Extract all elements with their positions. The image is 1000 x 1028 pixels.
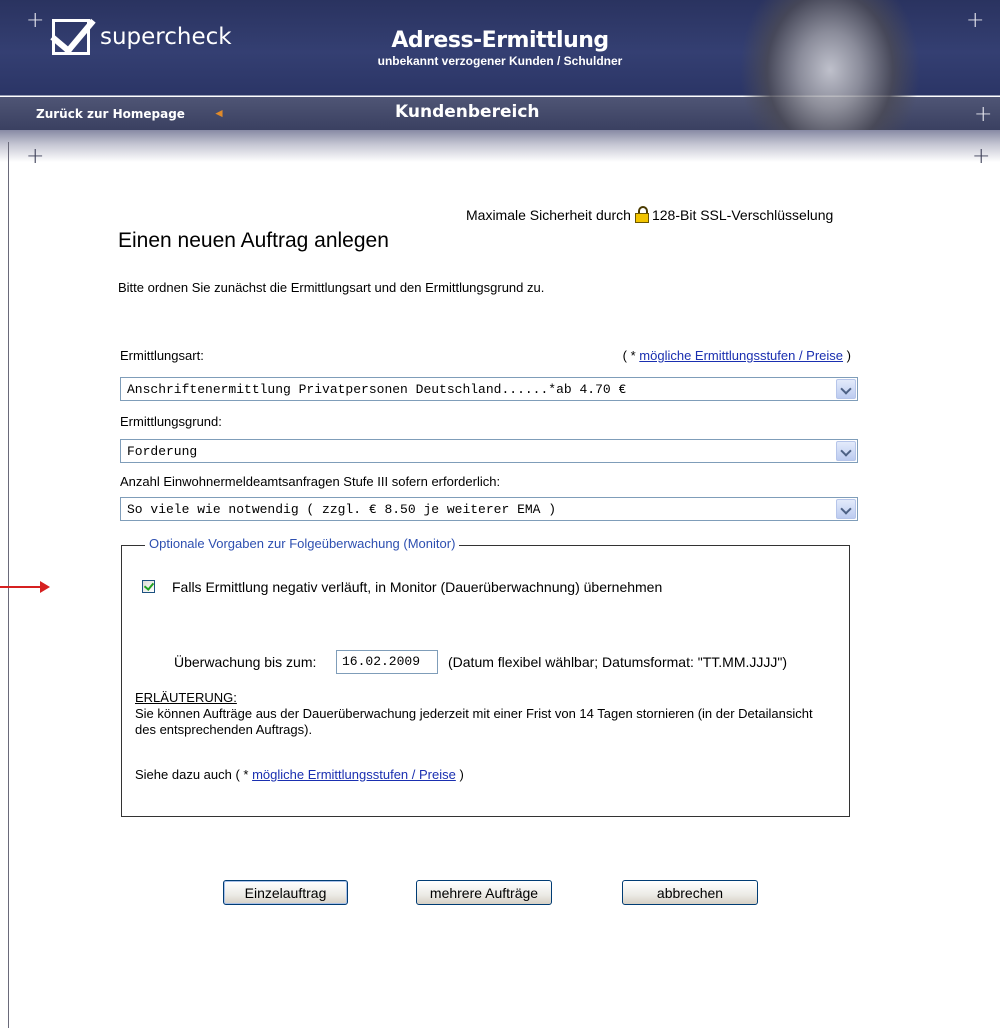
plus-icon: + xyxy=(26,8,45,33)
logo-text: supercheck xyxy=(100,24,232,50)
ssl-suffix: 128-Bit SSL-Verschlüsselung xyxy=(651,206,834,223)
header-subtitle: unbekannt verzogener Kunden / Schuldner xyxy=(377,54,623,68)
chevron-down-icon[interactable] xyxy=(836,441,856,461)
see-also-prefix: Siehe dazu auch ( * xyxy=(135,767,253,782)
header-portrait-image xyxy=(660,0,980,130)
arrow-right-icon xyxy=(40,581,50,593)
chevron-down-icon[interactable] xyxy=(836,499,856,519)
monitor-date-label: Überwachung bis zum: xyxy=(174,654,317,670)
pointer-arrow-line xyxy=(0,586,40,588)
section-title: Kundenbereich xyxy=(395,102,540,122)
ermittlungsgrund-value: Forderung xyxy=(127,444,198,459)
ema-select[interactable]: So viele wie notwendig ( zzgl. € 8.50 je… xyxy=(120,497,858,521)
monitor-date-input[interactable]: 16.02.2009 xyxy=(336,650,438,674)
plus-icon: + xyxy=(26,144,45,169)
header-fade xyxy=(0,130,1000,162)
price-link-prefix: ( * xyxy=(622,348,640,363)
see-also: Siehe dazu auch ( * mögliche Ermittlungs… xyxy=(135,767,464,782)
plus-icon: + xyxy=(966,8,985,33)
cancel-button[interactable]: abbrechen xyxy=(622,880,758,905)
ssl-prefix: Maximale Sicherheit durch xyxy=(466,206,631,223)
header-title-block: Adress-Ermittlung unbekannt verzogener K… xyxy=(330,28,670,68)
multiple-orders-button[interactable]: mehrere Aufträge xyxy=(416,880,552,905)
plus-icon: + xyxy=(972,144,991,169)
see-also-suffix: ) xyxy=(455,767,464,782)
price-link[interactable]: mögliche Ermittlungsstufen / Preise xyxy=(639,348,843,363)
ermittlungsart-select[interactable]: Anschriftenermittlung Privatpersonen Deu… xyxy=(120,377,858,401)
ermittlungsart-value: Anschriftenermittlung Privatpersonen Deu… xyxy=(127,382,627,397)
monitor-date-hint: (Datum flexibel wählbar; Datumsformat: "… xyxy=(448,654,788,670)
explanation-heading: ERLÄUTERUNG: xyxy=(135,690,237,705)
monitor-checkbox-label[interactable]: Falls Ermittlung negativ verläuft, in Mo… xyxy=(172,579,662,595)
ermittlungsgrund-select[interactable]: Forderung xyxy=(120,439,858,463)
monitor-checkbox[interactable] xyxy=(142,580,155,593)
ermittlungsart-label: Ermittlungsart: xyxy=(120,348,204,363)
checkmark-logo-icon xyxy=(50,7,96,55)
ssl-notice: Maximale Sicherheit durch 128-Bit SSL-Ve… xyxy=(466,206,833,223)
ermittlungsgrund-label: Ermittlungsgrund: xyxy=(120,414,222,429)
monitor-legend: Optionale Vorgaben zur Folgeüberwachung … xyxy=(145,536,460,551)
single-order-button[interactable]: Einzelauftrag xyxy=(223,880,348,905)
explanation-text: Sie können Aufträge aus der Dauerüberwac… xyxy=(135,706,813,737)
price-link-suffix: ) xyxy=(843,348,851,363)
frame-border xyxy=(8,142,9,1028)
plus-icon: + xyxy=(974,102,993,127)
page-title: Einen neuen Auftrag anlegen xyxy=(118,229,389,252)
price-link-container: ( * mögliche Ermittlungsstufen / Preise … xyxy=(623,348,851,363)
ema-label: Anzahl Einwohnermeldeamtsanfragen Stufe … xyxy=(120,474,501,489)
lock-icon xyxy=(634,206,649,223)
intro-text: Bitte ordnen Sie zunächst die Ermittlung… xyxy=(118,280,545,295)
arrow-icon: ◄ xyxy=(213,106,225,120)
header-title: Adress-Ermittlung xyxy=(391,28,609,53)
supercheck-logo[interactable]: supercheck xyxy=(50,7,232,60)
back-to-homepage-link[interactable]: Zurück zur Homepage xyxy=(36,107,185,121)
ema-value: So viele wie notwendig ( zzgl. € 8.50 je… xyxy=(127,502,557,517)
see-also-price-link[interactable]: mögliche Ermittlungsstufen / Preise xyxy=(252,767,456,782)
chevron-down-icon[interactable] xyxy=(836,379,856,399)
